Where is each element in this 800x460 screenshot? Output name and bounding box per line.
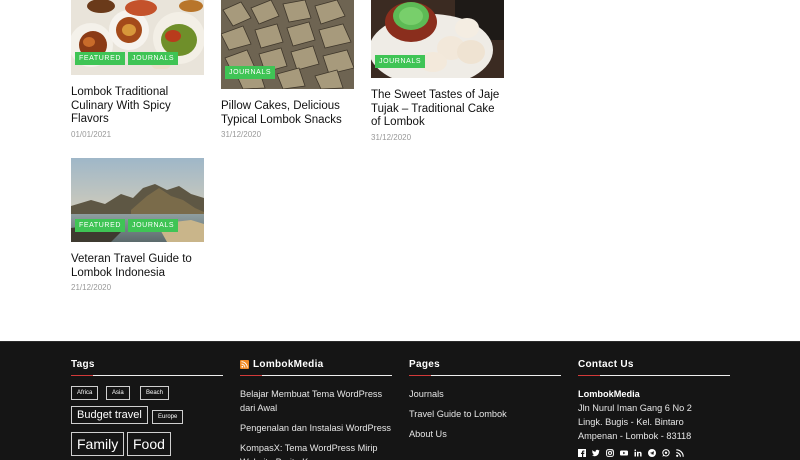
facebook-icon[interactable]	[578, 449, 586, 457]
post-title[interactable]: Lombok Traditional Culinary With Spicy F…	[71, 86, 204, 127]
tag-badge-journals[interactable]: JOURNALS	[375, 55, 426, 68]
post-card: JOURNALS Pillow Cakes, Delicious Typical…	[221, 0, 354, 145]
title-divider	[578, 375, 730, 376]
post-date: 01/01/2021	[71, 130, 112, 139]
tag-cloud-item[interactable]: Family	[71, 432, 125, 456]
title-divider	[240, 375, 392, 376]
tag-cloud-item[interactable]: Beach	[140, 386, 170, 400]
footer-contact-widget: Contact Us LombokMedia Jln Nurul Iman Ga…	[578, 357, 730, 457]
feed-list: Belajar Membuat Tema WordPress dari Awal…	[240, 387, 392, 460]
contact-name: LombokMedia	[578, 389, 640, 399]
footer-tags-widget: Tags Africa Asia Beach Budget travel Eur…	[71, 357, 223, 456]
tag-badge-featured[interactable]: FEATURED	[75, 52, 126, 65]
widget-title-text[interactable]: LombokMedia	[253, 359, 324, 370]
rss-icon[interactable]	[676, 449, 684, 457]
tag-badge-journals[interactable]: JOURNALS	[128, 52, 179, 65]
linkedin-icon[interactable]	[634, 449, 642, 457]
page-link[interactable]: About Us	[409, 427, 561, 441]
tag-badge-journals[interactable]: JOURNALS	[128, 219, 179, 232]
contact-block: LombokMedia Jln Nurul Iman Gang 6 No 2 L…	[578, 387, 730, 443]
page-link[interactable]: Travel Guide to Lombok	[409, 407, 561, 421]
post-tags: JOURNALS	[225, 66, 276, 79]
whatsapp-icon[interactable]	[662, 449, 670, 457]
post-title[interactable]: Pillow Cakes, Delicious Typical Lombok S…	[221, 100, 354, 127]
feed-link[interactable]: KompasX: Tema WordPress Mirip Website Be…	[240, 441, 392, 460]
page-link[interactable]: Journals	[409, 387, 561, 401]
widget-title: LombokMedia	[240, 357, 392, 371]
post-date: 31/12/2020	[371, 133, 412, 142]
post-tags: FEATURED JOURNALS	[75, 52, 179, 65]
post-title[interactable]: Veteran Travel Guide to Lombok Indonesia	[71, 253, 204, 280]
post-date: 21/12/2020	[71, 283, 112, 292]
title-divider	[409, 375, 561, 376]
tag-cloud-item[interactable]: Food	[127, 432, 171, 456]
twitter-icon[interactable]	[592, 449, 600, 457]
tag-cloud-item[interactable]: Asia	[106, 386, 130, 400]
tag-cloud-item[interactable]: Africa	[71, 386, 99, 400]
post-title[interactable]: The Sweet Tastes of Jaje Tujak – Traditi…	[371, 89, 504, 130]
tag-badge-journals[interactable]: JOURNALS	[225, 66, 276, 79]
tag-cloud-item[interactable]: Budget travel	[71, 406, 148, 424]
rss-icon[interactable]	[240, 359, 249, 369]
widget-title: Pages	[409, 358, 440, 370]
contact-address-line: Jln Nurul Iman Gang 6 No 2	[578, 403, 692, 413]
post-tags: FEATURED JOURNALS	[75, 219, 179, 232]
site-footer: Tags Africa Asia Beach Budget travel Eur…	[0, 341, 800, 460]
feed-link[interactable]: Belajar Membuat Tema WordPress dari Awal	[240, 387, 392, 415]
post-date: 31/12/2020	[221, 130, 262, 139]
footer-pages-widget: Pages Journals Travel Guide to Lombok Ab…	[409, 357, 561, 447]
post-card: FEATURED JOURNALS Lombok Traditional Cul…	[71, 0, 204, 145]
post-card: FEATURED JOURNALS Veteran Travel Guide t…	[71, 158, 204, 298]
contact-address-line: Ampenan - Lombok - 83118	[578, 431, 692, 441]
post-tags: JOURNALS	[375, 55, 426, 68]
post-card: JOURNALS The Sweet Tastes of Jaje Tujak …	[371, 0, 504, 145]
youtube-icon[interactable]	[620, 449, 628, 457]
contact-address-line: Lingk. Bugis - Kel. Bintaro	[578, 417, 684, 427]
title-divider	[71, 375, 223, 376]
telegram-icon[interactable]	[648, 449, 656, 457]
instagram-icon[interactable]	[606, 449, 614, 457]
pages-list: Journals Travel Guide to Lombok About Us	[409, 387, 561, 441]
tag-badge-featured[interactable]: FEATURED	[75, 219, 126, 232]
widget-title: Contact Us	[578, 358, 634, 370]
widget-title: Tags	[71, 358, 95, 370]
social-links	[578, 449, 730, 457]
tag-cloud-item[interactable]: Europe	[152, 410, 184, 424]
footer-feed-widget: LombokMedia Belajar Membuat Tema WordPre…	[240, 357, 392, 460]
feed-link[interactable]: Pengenalan dan Instalasi WordPress	[240, 421, 392, 435]
